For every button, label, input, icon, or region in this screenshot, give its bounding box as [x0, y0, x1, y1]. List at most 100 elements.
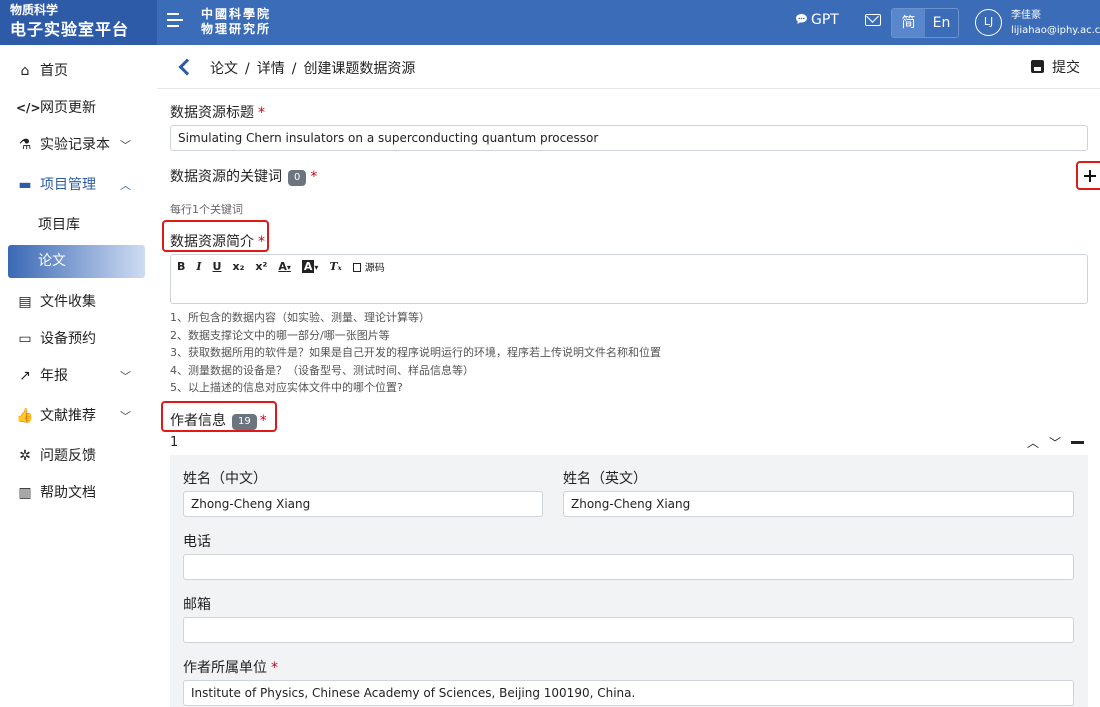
remove-author-icon[interactable] [1071, 441, 1084, 444]
font-color-glyph: A [278, 260, 287, 273]
sidebar-item-literature[interactable]: 👍 文献推荐 ﹀ [8, 400, 145, 433]
author-index: 1 [170, 435, 179, 450]
gpt-label: GPT [811, 12, 839, 28]
sidebar-item-help[interactable]: ▥ 帮助文档 [8, 477, 145, 510]
menu-toggle-icon[interactable] [167, 13, 185, 31]
required-mark: * [258, 234, 265, 250]
required-mark: * [271, 660, 278, 676]
sidebar-item-label: 问题反馈 [40, 448, 96, 464]
bug-icon: ✲ [19, 448, 31, 464]
sidebar-item-projects[interactable]: ▬ 项目管理 ︿ [8, 169, 145, 202]
sidebar-item-feedback[interactable]: ✲ 问题反馈 [8, 440, 145, 473]
source-code-button[interactable]: 源码 [352, 259, 385, 274]
underline-icon[interactable]: U [213, 260, 222, 273]
source-label: 源码 [364, 263, 385, 274]
microscope-icon: ⚗ [18, 137, 32, 153]
summary-label-text: 数据资源简介 [170, 234, 254, 250]
background-color-icon[interactable]: A ▾ [301, 260, 318, 273]
bold-icon[interactable]: B [177, 260, 185, 273]
gpt-button[interactable]: GPT [795, 12, 839, 28]
phone-input[interactable] [183, 554, 1074, 580]
font-color-icon[interactable]: A▾ [278, 260, 291, 273]
sidebar-item-device-booking[interactable]: ▭ 设备预约 [8, 323, 145, 356]
name-cn-label: 姓名（中文） [183, 471, 267, 487]
breadcrumb-separator: / [245, 61, 250, 77]
book-icon: ▥ [18, 485, 32, 501]
breadcrumb-item-detail[interactable]: 详情 [257, 61, 285, 77]
name-en-input[interactable]: Zhong-Cheng Xiang [563, 491, 1074, 517]
author-card: 姓名（中文） Zhong-Cheng Xiang 姓名（英文） Zhong-Ch… [170, 455, 1088, 707]
sidebar-item-label: 年报 [40, 368, 68, 384]
folder-icon: ▬ [18, 177, 32, 193]
guidance-line: 4、测量数据的设备是？（设备型号、测试时间、样品信息等） [170, 363, 474, 377]
sidebar-item-home[interactable]: ⌂ 首页 [8, 55, 145, 88]
subscript-icon[interactable]: x₂ [232, 260, 244, 273]
chat-bubble-icon [796, 14, 807, 24]
sidebar-item-project-library[interactable]: 项目库 [8, 209, 145, 242]
name-en-label: 姓名（英文） [563, 471, 647, 487]
affiliation-input[interactable]: Institute of Physics, Chinese Academy of… [183, 680, 1074, 706]
clear-format-icon[interactable]: Tₓ [329, 260, 341, 273]
brand-line1: 物质科学 [10, 3, 59, 17]
sidebar-item-label: 项目管理 [40, 177, 96, 193]
breadcrumb-bar: 论文 / 详情 / 创建课题数据资源 提交 [157, 45, 1100, 89]
summary-label: 数据资源简介 * [170, 231, 265, 251]
sidebar-item-file-collection[interactable]: ▤ 文件收集 [8, 286, 145, 319]
lang-option-zh[interactable]: 简 [892, 9, 925, 37]
superscript-icon[interactable]: x² [255, 260, 267, 273]
guidance-line: 1、所包含的数据内容（如实验、测量、理论计算等） [170, 311, 430, 324]
summary-guidance: 1、所包含的数据内容（如实验、测量、理论计算等） 2、数据支撑论文中的哪一部分/… [170, 309, 661, 397]
user-info[interactable]: 李佳豪 lijiahao@iphy.ac.cn [1011, 8, 1100, 38]
summary-editor[interactable]: B I U x₂ x² A▾ A ▾ Tₓ 源码 [170, 254, 1088, 304]
sidebar-item-label: 首页 [40, 63, 68, 79]
source-icon [352, 263, 361, 272]
add-keyword-icon[interactable] [1076, 161, 1100, 190]
device-icon: ▭ [18, 331, 32, 347]
title-input[interactable]: Simulating Chern insulators on a superco… [170, 125, 1088, 151]
phone-label: 电话 [183, 534, 211, 550]
thumbs-up-icon: 👍 [16, 408, 34, 424]
authors-label: 作者信息 19 * [170, 410, 267, 430]
lang-option-en[interactable]: En [925, 9, 958, 37]
breadcrumb: 论文 / 详情 / 创建课题数据资源 [210, 58, 415, 78]
sidebar-item-updates[interactable]: </>网页更新 [8, 92, 145, 125]
chevron-down-icon: ﹀ [120, 370, 131, 383]
move-down-icon[interactable]: ﹀ [1049, 434, 1061, 451]
italic-icon[interactable]: I [196, 260, 201, 273]
cas-logo-line1: 中國科學院 [201, 7, 272, 21]
editor-toolbar: B I U x₂ x² A▾ A ▾ Tₓ 源码 [177, 259, 396, 274]
title-label-text: 数据资源标题 [170, 105, 254, 121]
sidebar-item-label: 项目库 [38, 217, 80, 233]
sidebar-item-annual-report[interactable]: ↗ 年报 ﹀ [8, 360, 145, 393]
sidebar-item-label: 实验记录本 [40, 137, 110, 153]
chevron-up-icon: ︿ [120, 179, 131, 192]
move-up-icon[interactable]: ︿ [1027, 434, 1039, 451]
sidebar-item-notebook[interactable]: ⚗ 实验记录本 ﹀ [8, 129, 145, 162]
sidebar-item-label: 网页更新 [40, 100, 96, 116]
code-icon: </> [16, 101, 41, 115]
breadcrumb-item-papers[interactable]: 论文 [210, 61, 238, 77]
user-email: lijiahao@iphy.ac.cn [1011, 25, 1100, 36]
email-input[interactable] [183, 617, 1074, 643]
avatar[interactable]: LJ [975, 9, 1002, 36]
cas-logo: 中國科學院 物理研究所 [201, 7, 271, 37]
brand-logo: 物质科学 电子实验室平台 [0, 0, 157, 45]
guidance-line: 3、获取数据所用的软件是？如果是自己开发的程序说明运行的环境，程序若上传说明文件… [170, 346, 661, 360]
sidebar-item-label: 文献推荐 [40, 408, 96, 424]
authors-label-text: 作者信息 [170, 413, 226, 429]
background-color-glyph: A [301, 260, 315, 273]
name-cn-input[interactable]: Zhong-Cheng Xiang [183, 491, 543, 517]
sidebar-item-label: 论文 [38, 253, 66, 269]
keywords-hint: 每行1个关键词 [170, 203, 243, 216]
mail-icon[interactable] [865, 14, 881, 26]
submit-button[interactable]: 提交 [1031, 57, 1080, 77]
breadcrumb-separator: / [291, 61, 297, 77]
back-arrow-icon[interactable] [177, 56, 191, 76]
guidance-line: 5、以上描述的信息对应实体文件中的哪个位置? [170, 381, 403, 395]
chevron-down-icon: ﹀ [120, 139, 131, 152]
keywords-label: 数据资源的关键词 0 * [170, 166, 317, 186]
sidebar-item-label: 设备预约 [40, 331, 96, 347]
sidebar-item-papers[interactable]: 论文 [8, 245, 145, 278]
guidance-line: 2、数据支撑论文中的哪一部分/哪一张图片等 [170, 328, 390, 342]
email-label: 邮箱 [183, 597, 211, 613]
